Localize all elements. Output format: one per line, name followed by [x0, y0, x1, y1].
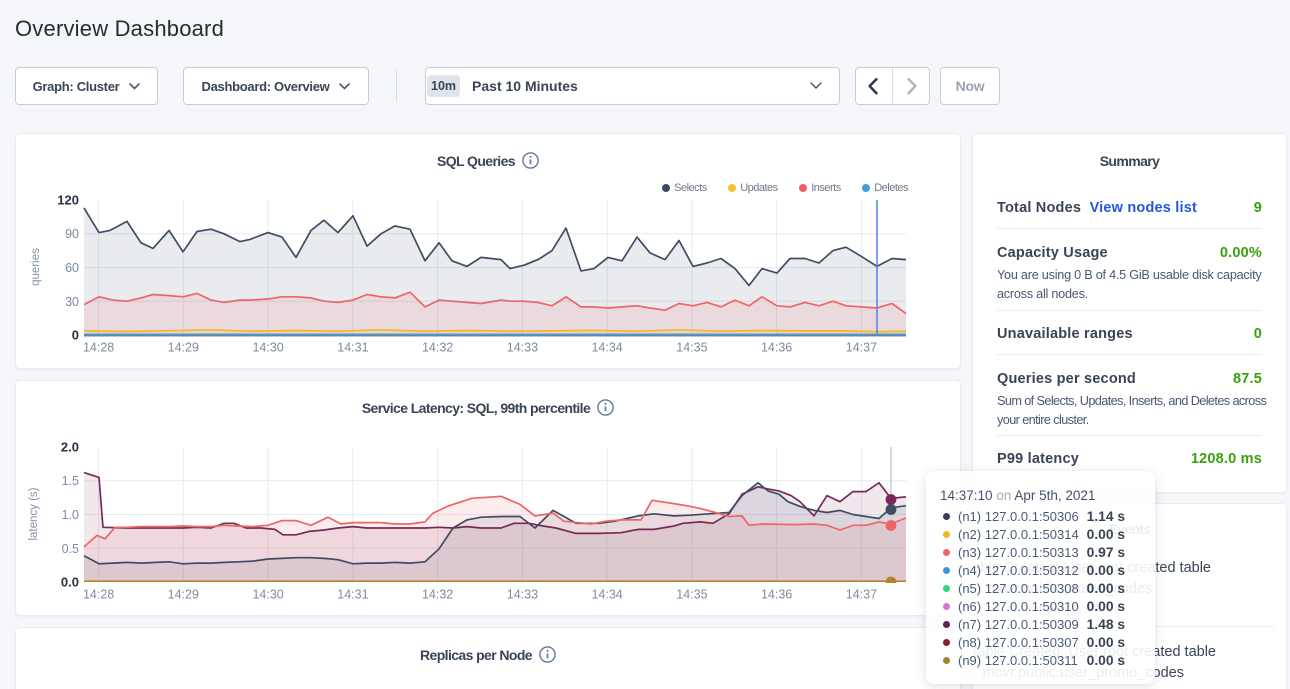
svg-text:0: 0 [72, 328, 79, 343]
svg-text:14:34: 14:34 [591, 588, 622, 602]
svg-text:14:31: 14:31 [337, 588, 368, 602]
svg-text:14:29: 14:29 [168, 341, 199, 355]
svg-text:14:37: 14:37 [846, 341, 877, 355]
svg-text:14:30: 14:30 [252, 588, 283, 602]
svg-text:1.5: 1.5 [62, 474, 79, 488]
svg-text:14:32: 14:32 [422, 341, 453, 355]
svg-text:60: 60 [65, 261, 79, 275]
svg-text:14:30: 14:30 [252, 341, 283, 355]
svg-text:30: 30 [65, 295, 79, 309]
svg-text:14:35: 14:35 [676, 341, 707, 355]
svg-text:14:37: 14:37 [846, 588, 877, 602]
svg-text:14:35: 14:35 [676, 588, 707, 602]
svg-text:14:31: 14:31 [337, 341, 368, 355]
svg-text:14:33: 14:33 [507, 341, 538, 355]
svg-text:0.5: 0.5 [62, 542, 79, 556]
svg-text:14:32: 14:32 [422, 588, 453, 602]
svg-text:14:28: 14:28 [83, 588, 114, 602]
svg-text:1.0: 1.0 [62, 508, 79, 522]
svg-text:90: 90 [65, 227, 79, 241]
svg-text:2.0: 2.0 [61, 440, 79, 455]
svg-text:14:28: 14:28 [83, 341, 114, 355]
svg-text:14:29: 14:29 [168, 588, 199, 602]
svg-text:0.0: 0.0 [61, 575, 79, 590]
svg-text:14:36: 14:36 [761, 588, 792, 602]
svg-text:14:33: 14:33 [507, 588, 538, 602]
svg-text:14:34: 14:34 [591, 341, 622, 355]
svg-text:120: 120 [57, 193, 79, 208]
svg-text:14:36: 14:36 [761, 341, 792, 355]
